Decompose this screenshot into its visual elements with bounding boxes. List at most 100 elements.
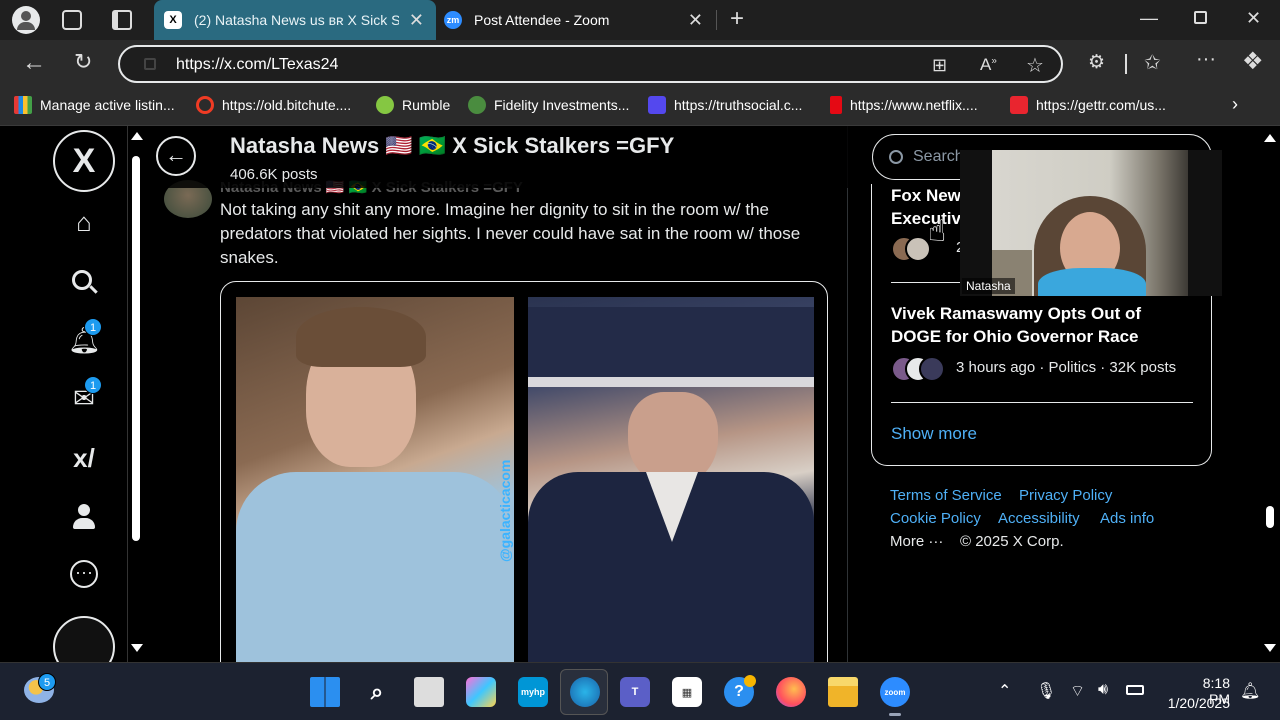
chevron-right-icon[interactable]: › xyxy=(1232,94,1238,115)
accessibility-link[interactable]: Accessibility xyxy=(998,510,1080,527)
myhp-icon[interactable]: myhp xyxy=(518,677,548,707)
trend-title[interactable]: Vivek Ramaswamy Opts Out of DOGE for Ohi… xyxy=(891,302,1191,348)
url-text[interactable]: https://x.com/LTexas24 xyxy=(176,56,338,74)
zoom-video-overlay[interactable]: Natasha xyxy=(960,150,1222,296)
tab-divider xyxy=(716,10,717,30)
tab-zoom[interactable]: zm Post Attendee - Zoom ✕ xyxy=(440,0,715,40)
minimize-icon[interactable]: — xyxy=(1140,8,1158,29)
profile-name: Natasha News 🇺🇸 🇧🇷 X Sick Stalkers =GFY xyxy=(230,133,675,158)
bookmark-item[interactable]: Fidelity Investments... xyxy=(468,96,629,114)
bookmark-label: https://www.netflix.... xyxy=(850,97,978,113)
search-icon[interactable] xyxy=(68,266,100,298)
favorites-icon[interactable]: ✩ xyxy=(1144,50,1161,75)
favorites-bar: Manage active listin... https://old.bitc… xyxy=(0,88,1280,126)
address-bar[interactable]: https://x.com/LTexas24 ⊞ A» ☆ xyxy=(118,45,1063,83)
task-view-icon[interactable] xyxy=(414,677,444,707)
grok-icon[interactable]: x/ xyxy=(68,442,100,474)
copilot-taskbar-icon[interactable] xyxy=(466,677,496,707)
bookmark-favicon-icon xyxy=(830,96,842,114)
zoom-icon: zm xyxy=(444,11,462,29)
workspaces-icon[interactable] xyxy=(62,10,82,30)
restore-icon[interactable] xyxy=(1194,11,1207,24)
bookmark-favicon-icon xyxy=(376,96,394,114)
bookmark-item[interactable]: https://old.bitchute.... xyxy=(196,96,351,114)
hand-cursor-icon: ☝ xyxy=(928,215,947,248)
scroll-thumb[interactable] xyxy=(1266,506,1274,528)
file-explorer-icon[interactable] xyxy=(828,677,858,707)
more-menu-icon[interactable]: ··· xyxy=(1196,48,1216,71)
teams-icon[interactable]: T xyxy=(620,677,650,707)
wifi-icon[interactable]: ⌔ xyxy=(1070,681,1085,701)
new-tab-button[interactable]: + xyxy=(730,5,744,33)
terms-link[interactable]: Terms of Service xyxy=(890,487,1002,504)
search-placeholder: Search xyxy=(913,148,964,165)
edge-active-indicator xyxy=(560,669,608,715)
chevron-up-icon[interactable]: ⌃ xyxy=(998,681,1011,701)
microsoft-store-icon[interactable]: ▦ xyxy=(672,677,702,707)
scroll-thumb[interactable] xyxy=(132,156,140,541)
bookmark-item[interactable]: Manage active listin... xyxy=(14,96,175,114)
notification-bell-icon[interactable]: 🔔︎ xyxy=(1240,681,1260,701)
x-logo-icon: X xyxy=(164,11,182,29)
copyright-text: © 2025 X Corp. xyxy=(960,533,1064,550)
page-scrollbar-right[interactable] xyxy=(1260,126,1280,662)
bookmark-favicon-icon xyxy=(468,96,486,114)
more-footer-link[interactable]: More ··· xyxy=(890,533,943,550)
taskbar-search-icon[interactable]: ⌕ xyxy=(362,677,392,707)
firefox-icon[interactable] xyxy=(776,677,806,707)
bookmark-label: Rumble xyxy=(402,97,451,113)
browser-titlebar: X (2) Natasha News us ʙʀ X Sick Stalkers… xyxy=(0,0,1280,40)
account-avatar[interactable] xyxy=(53,616,115,662)
microphone-icon[interactable]: 🎙︎ xyxy=(1036,681,1056,701)
refresh-icon[interactable]: ↻ xyxy=(74,49,92,75)
bookmark-favicon-icon xyxy=(648,96,666,114)
weather-badge: 5 xyxy=(38,673,56,691)
back-arrow-icon[interactable]: ← xyxy=(22,49,46,77)
cookie-link[interactable]: Cookie Policy xyxy=(890,510,981,527)
clock-date[interactable]: 1/20/2025 xyxy=(1164,695,1230,711)
favorite-star-icon[interactable]: ☆ xyxy=(1026,53,1044,78)
lock-icon[interactable] xyxy=(144,58,156,70)
read-aloud-icon[interactable]: A» xyxy=(980,55,997,75)
profile-person-icon[interactable] xyxy=(68,500,100,532)
start-windows-icon[interactable] xyxy=(310,677,340,707)
battery-icon[interactable] xyxy=(1126,685,1144,695)
profile-avatar-icon[interactable] xyxy=(12,6,40,34)
close-tab-icon[interactable]: ✕ xyxy=(688,10,703,31)
app-available-icon[interactable]: ⊞ xyxy=(932,55,947,76)
show-more-link[interactable]: Show more xyxy=(891,424,977,444)
extensions-icon[interactable]: ⚙ xyxy=(1088,51,1105,74)
notifications-badge: 1 xyxy=(84,318,102,336)
volume-icon[interactable]: 🔊︎ xyxy=(1098,681,1108,699)
tab-title: Post Attendee - Zoom xyxy=(474,12,610,28)
notifications-bell-icon[interactable]: 🔔︎ 1 xyxy=(68,318,102,356)
more-circle-icon[interactable]: ··· xyxy=(70,560,98,588)
photo-hat xyxy=(528,307,814,387)
privacy-link[interactable]: Privacy Policy xyxy=(1019,487,1112,504)
media-watermark: @galacticacom xyxy=(497,459,513,562)
zoom-taskbar-icon[interactable]: zoom xyxy=(880,677,910,707)
tab-title: (2) Natasha News us ʙʀ X Sick Stalkers =… xyxy=(194,12,399,28)
zoom-participant-video xyxy=(992,150,1188,296)
bookmark-label: Fidelity Investments... xyxy=(494,97,630,113)
x-home-logo-icon[interactable]: X xyxy=(53,130,115,192)
bookmark-item[interactable]: Rumble xyxy=(376,96,450,114)
browser-toolbar: ← ↻ https://x.com/LTexas24 ⊞ A» ☆ ⚙ ✩ ··… xyxy=(0,40,1280,88)
bookmark-item[interactable]: https://www.netflix.... xyxy=(830,96,978,114)
bookmark-item[interactable]: https://gettr.com/us... xyxy=(1010,96,1166,114)
ads-info-link[interactable]: Ads info xyxy=(1100,510,1154,527)
page-scrollbar-left[interactable] xyxy=(127,126,145,662)
tab-x-profile[interactable]: X (2) Natasha News us ʙʀ X Sick Stalkers… xyxy=(154,0,436,40)
bookmark-label: Manage active listin... xyxy=(40,97,175,113)
copilot-icon[interactable]: ❖ xyxy=(1242,47,1264,76)
photo-left xyxy=(236,297,514,662)
close-tab-icon[interactable]: ✕ xyxy=(409,10,424,31)
close-window-icon[interactable]: ✕ xyxy=(1246,8,1261,29)
home-icon[interactable]: ⌂ xyxy=(68,206,100,238)
messages-envelope-icon[interactable]: ✉︎ 1 xyxy=(68,376,102,414)
tab-actions-icon[interactable] xyxy=(112,10,132,30)
bookmark-item[interactable]: https://truthsocial.c... xyxy=(648,96,802,114)
back-button[interactable]: ← xyxy=(156,136,196,176)
bookmark-favicon-icon xyxy=(1010,96,1028,114)
tweet-media[interactable]: @galacticacom xyxy=(220,281,828,662)
